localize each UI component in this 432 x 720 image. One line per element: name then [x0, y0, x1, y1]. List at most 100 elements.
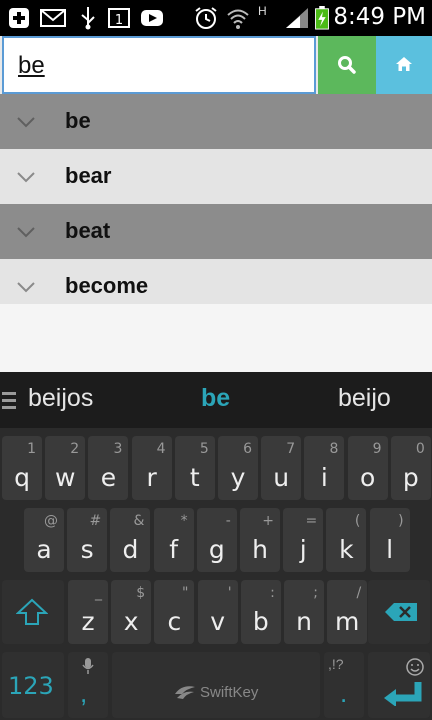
- key-hint: @: [44, 513, 58, 529]
- key-hint: 9: [372, 441, 382, 457]
- microphone-icon: [82, 658, 94, 674]
- key-hint: 1: [27, 441, 36, 457]
- key-label: y: [230, 463, 246, 492]
- key-o[interactable]: 9o: [347, 436, 388, 500]
- key-hint: &: [133, 513, 145, 529]
- backspace-key[interactable]: [368, 580, 430, 644]
- key-i[interactable]: 8i: [304, 436, 345, 500]
- key-w[interactable]: 2w: [45, 436, 86, 500]
- key-hint: /: [356, 585, 362, 601]
- key-l[interactable]: ) l: [369, 508, 410, 572]
- key-y[interactable]: 6y: [218, 436, 258, 500]
- numbers-key-label: 123: [8, 672, 54, 700]
- key-label: u: [273, 463, 290, 492]
- comma-key-label: ,: [80, 678, 88, 708]
- key-label: l: [386, 535, 394, 564]
- key-b[interactable]: :b: [240, 580, 281, 644]
- key-n[interactable]: ; n: [284, 580, 324, 644]
- key-label: s: [80, 535, 94, 564]
- key-label: f: [169, 535, 178, 564]
- comma-key[interactable]: ,: [68, 652, 108, 718]
- key-x[interactable]: $ x: [111, 580, 152, 644]
- mail-icon: [40, 9, 66, 27]
- key-z[interactable]: _ z: [68, 580, 108, 644]
- key-hint: 3: [113, 441, 123, 457]
- key-g[interactable]: -g: [196, 508, 237, 572]
- numbers-key[interactable]: 123: [2, 652, 64, 718]
- key-hint: *: [180, 513, 188, 529]
- key-label: r: [146, 463, 157, 492]
- key-s[interactable]: # s: [67, 508, 108, 572]
- list-item[interactable]: beat: [0, 204, 432, 259]
- key-m[interactable]: / m: [327, 580, 368, 644]
- key-r[interactable]: 4r: [131, 436, 172, 500]
- key-t[interactable]: 5t: [174, 436, 215, 500]
- enter-key[interactable]: [368, 652, 430, 718]
- key-q[interactable]: 1q: [2, 436, 42, 500]
- space-key[interactable]: SwiftKey: [112, 652, 320, 718]
- chevron-down-icon: [17, 117, 35, 128]
- search-button[interactable]: [318, 36, 376, 94]
- key-h[interactable]: + h: [240, 508, 280, 572]
- youtube-icon: [141, 10, 163, 26]
- status-bar: 1 H 8:49 PM: [0, 0, 432, 36]
- search-input[interactable]: be: [2, 36, 316, 94]
- key-label: o: [359, 463, 376, 492]
- home-button[interactable]: [376, 36, 432, 94]
- shift-key[interactable]: [2, 580, 64, 644]
- key-hint: 8: [329, 441, 339, 457]
- usb-icon: [81, 7, 95, 30]
- svg-text:1: 1: [115, 13, 123, 28]
- key-hint: ): [398, 513, 404, 529]
- clock: 8:49 PM: [333, 4, 426, 30]
- suggestion-left[interactable]: beijos: [28, 384, 93, 413]
- list-item[interactable]: bear: [0, 149, 432, 204]
- key-label: d: [122, 535, 139, 564]
- list-item[interactable]: be: [0, 94, 432, 149]
- suggestion-right[interactable]: beijo: [338, 384, 391, 413]
- period-key[interactable]: ,!? .: [324, 652, 364, 718]
- key-u[interactable]: 7u: [261, 436, 302, 500]
- key-e[interactable]: 3e: [88, 436, 129, 500]
- shift-icon: [16, 598, 48, 625]
- empty-area: [0, 304, 432, 372]
- key-c[interactable]: " c: [154, 580, 195, 644]
- chevron-down-icon: [17, 282, 35, 293]
- chevron-down-icon: [17, 172, 35, 183]
- key-d[interactable]: & d: [110, 508, 151, 572]
- key-label: e: [100, 463, 117, 492]
- key-hint: (: [354, 513, 361, 529]
- key-hint: $: [136, 585, 146, 601]
- key-hint: 0: [415, 441, 425, 457]
- suggestion-middle[interactable]: be: [201, 384, 230, 413]
- keyboard: beijos be beijo 1 q 2 w 3 e 4 r 5 t 6 y 7 u 8 i 9 o 0 p @ a # s…: [0, 372, 432, 720]
- key-k[interactable]: (k: [326, 508, 367, 572]
- menu-icon[interactable]: [2, 390, 16, 410]
- key-label: b: [252, 607, 269, 636]
- key-hint: ': [227, 585, 232, 601]
- key-label: m: [335, 607, 360, 636]
- key-label: k: [339, 535, 354, 564]
- key-hint: 7: [286, 441, 296, 457]
- key-f[interactable]: * f: [153, 508, 194, 572]
- key-label: c: [167, 607, 182, 636]
- key-label: n: [296, 607, 312, 636]
- key-hint: +: [262, 513, 274, 529]
- key-a[interactable]: @ a: [24, 508, 64, 572]
- key-j[interactable]: = j: [283, 508, 324, 572]
- key-hint: -: [225, 513, 231, 529]
- enter-icon: [384, 682, 422, 706]
- swiftkey-logo-icon: [175, 686, 195, 699]
- search-bar: be: [0, 36, 432, 94]
- key-hint: _: [95, 585, 102, 601]
- suggestion-bar: beijos be beijo: [0, 372, 432, 428]
- chevron-down-icon: [17, 227, 35, 238]
- calendar-icon: 1: [108, 8, 130, 28]
- key-label: j: [299, 535, 307, 564]
- space-key-brand: SwiftKey: [200, 684, 259, 701]
- key-label: t: [189, 463, 200, 492]
- key-p[interactable]: 0p: [390, 436, 431, 500]
- key-label: a: [36, 535, 52, 564]
- key-v[interactable]: ' v: [197, 580, 238, 644]
- wifi-icon: [227, 9, 249, 29]
